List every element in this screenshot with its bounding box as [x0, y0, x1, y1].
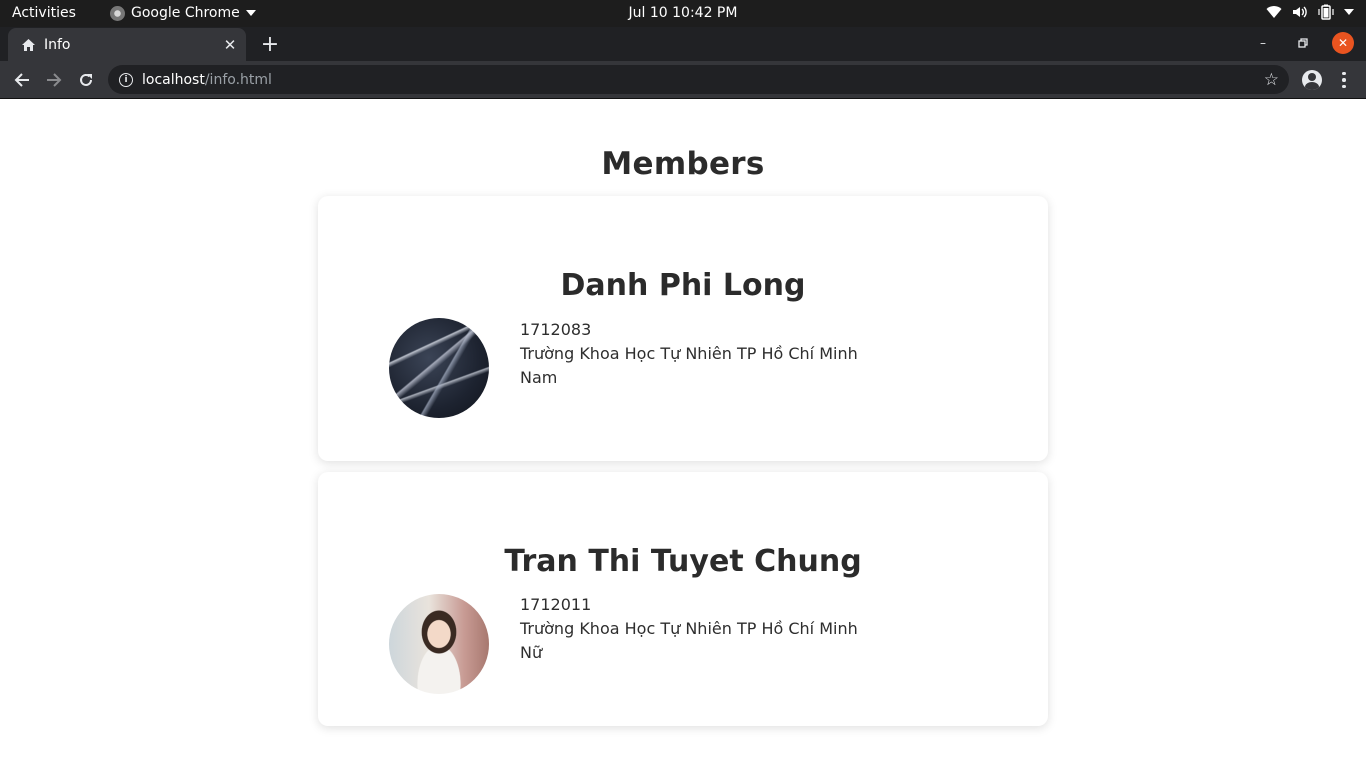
system-top-bar: Activities Google Chrome Jul 10 10:42 PM	[0, 0, 1366, 27]
page-content: Members Danh Phi Long 1712083 Trường Kho…	[0, 99, 1366, 768]
window-controls: – ✕	[1252, 32, 1354, 54]
member-name: Danh Phi Long	[560, 268, 806, 303]
home-icon	[20, 37, 36, 53]
browser-toolbar: i localhost/info.html ☆	[0, 61, 1366, 99]
reload-button[interactable]	[73, 67, 99, 93]
reload-icon	[80, 73, 92, 86]
tab-info[interactable]: Info ✕	[8, 28, 246, 61]
url-host: localhost	[142, 71, 205, 88]
url-text[interactable]: localhost/info.html	[142, 72, 272, 88]
address-bar[interactable]: i localhost/info.html ☆	[108, 65, 1289, 94]
arrow-right-icon	[47, 73, 62, 87]
member-name: Tran Thi Tuyet Chung	[504, 544, 862, 579]
star-icon[interactable]: ☆	[1264, 70, 1279, 90]
member-school: Trường Khoa Học Tự Nhiên TP Hồ Chí Minh	[520, 344, 858, 363]
avatar	[389, 318, 489, 418]
member-gender: Nữ	[520, 643, 543, 662]
wifi-icon	[1266, 6, 1282, 19]
member-school: Trường Khoa Học Tự Nhiên TP Hồ Chí Minh	[520, 619, 858, 638]
forward-button[interactable]	[41, 67, 67, 93]
battery-icon	[1318, 4, 1334, 20]
info-icon[interactable]: i	[119, 72, 133, 87]
member-id: 1712083	[520, 320, 592, 339]
member-info: 1712083 Trường Khoa Học Tự Nhiên TP Hồ C…	[520, 318, 858, 390]
clock[interactable]: Jul 10 10:42 PM	[0, 5, 1366, 21]
restore-button[interactable]	[1292, 32, 1314, 54]
system-tray[interactable]	[1266, 4, 1354, 20]
url-path: /info.html	[204, 71, 272, 88]
member-info: 1712011 Trường Khoa Học Tự Nhiên TP Hồ C…	[520, 593, 858, 665]
avatar	[389, 594, 489, 694]
arrow-left-icon	[14, 73, 29, 87]
minimize-button[interactable]: –	[1252, 32, 1274, 54]
tab-title: Info	[44, 36, 71, 53]
page-title: Members	[601, 146, 765, 182]
more-vertical-icon[interactable]	[1336, 69, 1352, 91]
system-menu-chevron-icon	[1344, 9, 1354, 15]
back-button[interactable]	[9, 67, 35, 93]
close-window-button[interactable]: ✕	[1332, 32, 1354, 54]
member-card: Tran Thi Tuyet Chung 1712011 Trường Khoa…	[318, 472, 1048, 726]
volume-icon	[1293, 6, 1307, 18]
member-gender: Nam	[520, 368, 558, 387]
new-tab-button[interactable]: +	[258, 32, 282, 57]
member-card: Danh Phi Long 1712083 Trường Khoa Học Tự…	[318, 196, 1048, 461]
tab-strip: Info ✕ + – ✕	[0, 27, 1366, 61]
member-id: 1712011	[520, 595, 592, 614]
tab-close-icon[interactable]: ✕	[218, 33, 242, 57]
account-icon[interactable]	[1302, 70, 1322, 90]
